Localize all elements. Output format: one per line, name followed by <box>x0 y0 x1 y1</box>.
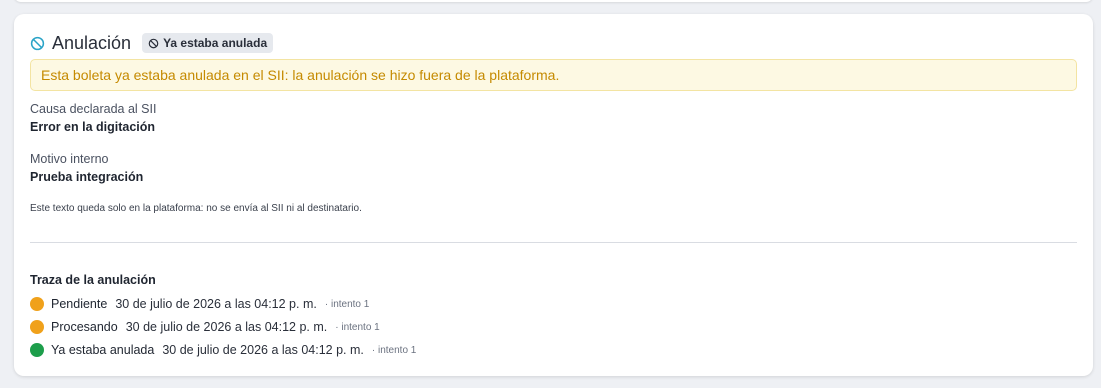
ban-icon <box>148 38 159 48</box>
reason-label: Motivo interno <box>30 152 109 166</box>
annulment-card: Anulación Ya estaba anulada Esta boleta … <box>14 14 1093 376</box>
cause-value: Error en la digitación <box>30 120 156 134</box>
trace-attempt: · intento 1 <box>335 321 380 333</box>
trace-attempt: · intento 1 <box>324 298 370 310</box>
previous-card <box>14 0 1093 2</box>
ban-icon <box>30 36 45 50</box>
trace-date: 30 de julio de 2026 a las 04:12 p. m. <box>162 343 364 357</box>
trace-title: Traza de la anulación <box>30 273 156 287</box>
trace-item: Pendiente 30 de julio de 2026 a las 04:1… <box>30 296 369 312</box>
trace-attempt: · intento 1 <box>371 344 417 356</box>
trace-item: Procesando 30 de julio de 2026 a las 04:… <box>30 319 380 335</box>
status-badge-label: Ya estaba anulada <box>163 36 268 50</box>
trace-item: Ya estaba anulada 30 de julio de 2026 a … <box>30 342 416 358</box>
trace-status: Pendiente <box>51 297 108 311</box>
info-alert: Esta boleta ya estaba anulada en el SII:… <box>30 59 1077 91</box>
status-badge: Ya estaba anulada <box>142 33 274 53</box>
trace-date: 30 de julio de 2026 a las 04:12 p. m. <box>115 297 317 311</box>
trace-status: Ya estaba anulada <box>51 343 155 357</box>
trace-date: 30 de julio de 2026 a las 04:12 p. m. <box>125 320 328 334</box>
annulment-header: Anulación Ya estaba anulada <box>30 32 274 54</box>
status-dot <box>30 343 44 357</box>
section-title: Anulación <box>52 33 132 53</box>
platform-note: Este texto queda solo en la plataforma: … <box>30 203 362 214</box>
divider <box>30 242 1077 243</box>
trace-status: Procesando <box>51 320 118 334</box>
reason-value: Prueba integración <box>30 170 144 184</box>
status-dot <box>30 320 44 334</box>
status-dot <box>30 297 44 311</box>
alert-text: Esta boleta ya estaba anulada en el SII:… <box>41 67 560 83</box>
cause-label: Causa declarada al SII <box>30 102 157 116</box>
